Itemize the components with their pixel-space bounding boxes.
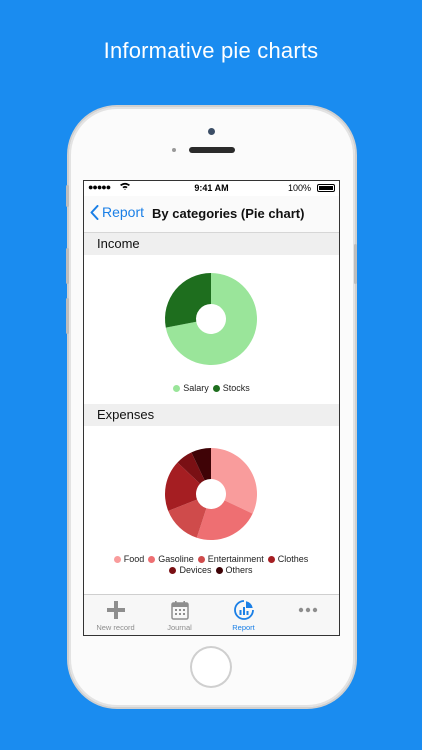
- legend-item-clothes: Clothes: [267, 554, 309, 565]
- home-button[interactable]: [190, 646, 232, 688]
- calendar-icon: [171, 601, 189, 620]
- plus-icon: [107, 601, 125, 619]
- legend-item-others: Others: [215, 565, 253, 576]
- legend-label: Others: [225, 565, 253, 575]
- legend-label: Gasoline: [158, 554, 194, 564]
- tab-label: New record: [96, 623, 135, 632]
- legend-swatch: [215, 567, 223, 574]
- more-icon: [298, 607, 318, 613]
- tab-new-record[interactable]: New record: [84, 595, 147, 635]
- legend-label: Clothes: [277, 554, 309, 564]
- phone-screen: ●●●●● 9:41 AM 100% Report By categories …: [84, 181, 339, 635]
- legend-label: Salary: [183, 383, 209, 393]
- mute-switch: [66, 185, 69, 207]
- legend-swatch: [267, 556, 275, 563]
- legend-swatch: [113, 556, 121, 563]
- proximity-sensor: [172, 148, 176, 152]
- income-legend: Salary Stocks: [84, 383, 339, 394]
- tab-bar: New record Journal Report: [84, 594, 339, 635]
- legend-swatch: [173, 385, 181, 392]
- tab-journal[interactable]: Journal: [148, 595, 211, 635]
- legend-item-gasoline: Gasoline: [148, 554, 194, 565]
- legend-label: Entertainment: [207, 554, 264, 564]
- front-camera: [208, 128, 215, 135]
- legend-swatch: [169, 567, 177, 574]
- volume-down-button: [66, 298, 69, 334]
- legend-label: Stocks: [222, 383, 250, 393]
- income-section-header: Income: [84, 233, 339, 255]
- back-button-label: Report: [102, 204, 145, 220]
- income-slice-stocks: [165, 273, 211, 328]
- legend-label: Devices: [179, 565, 212, 575]
- tab-more[interactable]: [276, 595, 339, 635]
- status-bar: ●●●●● 9:41 AM 100%: [84, 181, 339, 196]
- income-chart-area: Salary Stocks: [84, 255, 339, 404]
- legend-label: Food: [123, 554, 145, 564]
- report-chart-icon: [234, 600, 254, 620]
- legend-item-salary: Salary: [173, 383, 209, 394]
- expenses-legend: Food Gasoline Entertainment Clothes Devices O…: [101, 554, 321, 576]
- income-pie-chart: [165, 273, 257, 365]
- tab-report[interactable]: Report: [212, 595, 275, 635]
- promo-headline: Informative pie charts: [103, 38, 319, 63]
- expenses-section-header: Expenses: [84, 404, 339, 426]
- back-button[interactable]: Report: [90, 204, 144, 220]
- battery-percentage: 100%: [287, 183, 311, 193]
- legend-item-food: Food: [113, 554, 145, 565]
- legend-item-entertainment: Entertainment: [197, 554, 264, 565]
- legend-swatch: [212, 385, 220, 392]
- volume-up-button: [66, 248, 69, 284]
- page-title: By categories (Pie chart): [152, 206, 305, 221]
- battery-icon: [317, 184, 335, 192]
- earpiece-speaker: [189, 147, 235, 153]
- legend-swatch: [148, 556, 156, 563]
- report-content[interactable]: Income Salary Stocks Expenses Food Gasolin…: [84, 233, 339, 594]
- navigation-bar: Report By categories (Pie chart): [84, 196, 339, 233]
- chevron-left-icon: [90, 204, 99, 220]
- expenses-chart-area: Food Gasoline Entertainment Clothes Devices O…: [84, 426, 339, 594]
- tab-label: Report: [232, 623, 255, 632]
- legend-item-devices: Devices: [169, 565, 212, 576]
- expenses-pie-chart: [165, 448, 257, 540]
- legend-swatch: [197, 556, 205, 563]
- tab-label: Journal: [167, 623, 192, 632]
- power-button: [354, 244, 357, 284]
- expenses-slice-food: [211, 448, 257, 514]
- legend-item-stocks: Stocks: [212, 383, 250, 394]
